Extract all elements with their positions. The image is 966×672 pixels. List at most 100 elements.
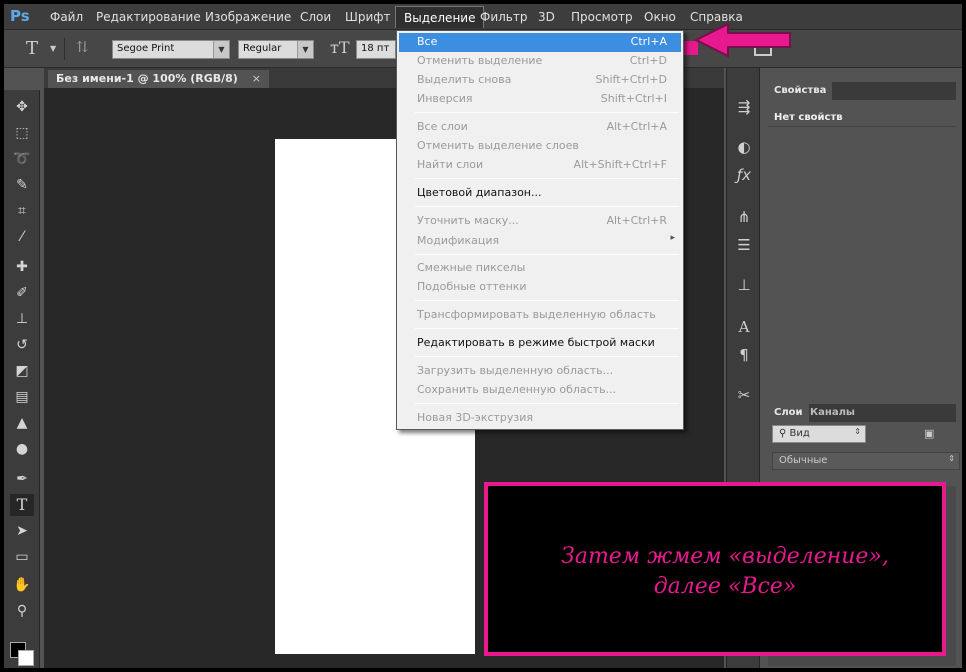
gradient-icon[interactable]: ▤ — [10, 386, 34, 408]
annotation-text: Затем жмем «выделение», далее «Все» — [488, 542, 942, 602]
menu-layers[interactable]: Слои — [300, 10, 331, 24]
menu-item-reselect[interactable]: Выделить снова Shift+Ctrl+D — [399, 71, 681, 90]
menu-item-new-3d-extrusion[interactable]: Новая 3D-экструзия — [399, 409, 681, 428]
menu-item-find-layers[interactable]: Найти слои Alt+Shift+Ctrl+F — [399, 156, 681, 175]
menu-item-grow[interactable]: Смежные пикселы — [399, 259, 681, 278]
menu-item-label: Отменить выделение — [417, 54, 543, 67]
font-style-select[interactable]: Regular ▼ — [238, 40, 314, 59]
layer-filter-select[interactable]: ⚲ Вид ⇕ — [772, 425, 866, 443]
photoshop-window: Ps Файл Редактирование Изображение Слои … — [4, 4, 962, 668]
font-size-select[interactable]: 18 пт — [356, 40, 396, 59]
lasso-icon[interactable]: ➰ — [10, 148, 34, 170]
brush-icon[interactable]: ✐ — [10, 282, 34, 304]
hand-icon[interactable]: ✋ — [10, 574, 34, 596]
menu-separator — [415, 112, 679, 113]
styles-fx-icon[interactable]: ƒx — [733, 164, 755, 186]
tab-properties[interactable]: Свойства — [768, 82, 833, 100]
stamp-icon[interactable]: ⊥ — [10, 308, 34, 330]
type-icon[interactable]: T — [10, 494, 34, 516]
select-menu-dropdown: Все Ctrl+A Отменить выделение Ctrl+D Выд… — [396, 30, 684, 430]
shape-icon[interactable]: ▭ — [10, 546, 34, 568]
menu-item-similar[interactable]: Подобные оттенки — [399, 278, 681, 297]
dodge-icon[interactable]: ● — [10, 438, 34, 460]
shortcut-label: Alt+Ctrl+A — [606, 120, 667, 133]
menu-item-deselect-layers[interactable]: Отменить выделение слоев — [399, 137, 681, 156]
font-family-select[interactable]: Segoe Print ▼ — [112, 40, 230, 59]
marquee-icon[interactable]: ⬚ — [10, 122, 34, 144]
tools-panel: ✥ ⬚ ➰ ✎ ⌗ ⁄ ✚ ✐ ⊥ ↺ ◩ ▤ ▲ ● ✒ T ➤ ▭ ✋ ⚲ — [4, 90, 40, 668]
pen-icon[interactable]: ✒ — [10, 468, 34, 490]
clone-source-icon[interactable]: ⊥ — [733, 274, 755, 296]
close-icon[interactable]: × — [252, 72, 261, 85]
menu-separator — [415, 328, 679, 329]
layers-tab-bar: Слои Каналы — [768, 404, 956, 422]
menu-item-deselect[interactable]: Отменить выделение Ctrl+D — [399, 52, 681, 71]
menu-edit[interactable]: Редактирование — [96, 10, 201, 24]
character-icon[interactable]: A — [733, 316, 755, 338]
blur-icon[interactable]: ▲ — [10, 412, 34, 434]
menu-select[interactable]: Выделение — [395, 6, 485, 28]
blend-mode-select[interactable]: Обычные ⇕ — [772, 452, 960, 470]
tab-channels[interactable]: Каналы — [804, 404, 861, 422]
menu-type[interactable]: Шрифт — [345, 10, 391, 24]
history-brush-icon[interactable]: ↺ — [10, 334, 34, 356]
menu-item-transform-selection[interactable]: Трансформировать выделенную область — [399, 306, 681, 325]
menu-item-label: Редактировать в режиме быстрой маски — [417, 336, 655, 349]
eraser-icon[interactable]: ◩ — [10, 360, 34, 382]
image-filter-icon[interactable]: ▣ — [924, 427, 934, 440]
menu-item-color-range[interactable]: Цветовой диапазон... — [399, 184, 681, 203]
menu-3d[interactable]: 3D — [538, 10, 555, 24]
eyedropper-icon[interactable]: ⁄ — [10, 226, 34, 248]
menu-item-load-selection[interactable]: Загрузить выделенную область... — [399, 362, 681, 381]
shortcut-label: Alt+Shift+Ctrl+F — [573, 158, 667, 171]
zoom-icon[interactable]: ⚲ — [10, 600, 34, 622]
menu-separator — [415, 300, 679, 301]
menu-filter[interactable]: Фильтр — [480, 10, 527, 24]
annotation-line-2: далее «Все» — [653, 574, 797, 599]
healing-icon[interactable]: ✚ — [10, 256, 34, 278]
menu-separator — [415, 178, 679, 179]
menu-separator — [415, 206, 679, 207]
type-tool-icon[interactable]: T — [26, 38, 38, 59]
text-orientation-icon[interactable]: ⇅ — [76, 38, 89, 56]
menu-item-label: Цветовой диапазон... — [417, 186, 542, 199]
adjustments-icon[interactable]: ◐ — [733, 136, 755, 158]
move-icon[interactable]: ✥ — [10, 96, 34, 118]
menu-item-label: Новая 3D-экструзия — [417, 411, 534, 424]
menu-window[interactable]: Окно — [644, 10, 676, 24]
tab-layers[interactable]: Слои — [768, 404, 809, 422]
annotation-line-1: Затем жмем «выделение», — [561, 544, 889, 569]
menu-separator — [415, 356, 679, 357]
menu-item-all-layers[interactable]: Все слои Alt+Ctrl+A — [399, 118, 681, 137]
history-panel-icon[interactable]: ⇶ — [733, 96, 755, 118]
tool-preset-chevron-icon[interactable]: ▼ — [50, 44, 56, 53]
brush-settings-icon[interactable]: ☰ — [733, 234, 755, 256]
menu-item-label: Модификация — [417, 234, 500, 247]
menu-item-quick-mask[interactable]: Редактировать в режиме быстрой маски — [399, 334, 681, 353]
menu-image[interactable]: Изображение — [205, 10, 291, 24]
menu-item-label: Смежные пикселы — [417, 261, 526, 274]
menu-view[interactable]: Просмотр — [571, 10, 633, 24]
shortcut-label: Shift+Ctrl+D — [595, 73, 667, 86]
quick-select-icon[interactable]: ✎ — [10, 174, 34, 196]
background-color-swatch[interactable] — [18, 650, 34, 666]
menu-item-save-selection[interactable]: Сохранить выделенную область... — [399, 381, 681, 400]
document-tab[interactable]: Без имени-1 @ 100% (RGB/8) × — [48, 70, 269, 88]
chevron-updown-icon: ⇕ — [948, 454, 955, 463]
menu-file[interactable]: Файл — [50, 10, 83, 24]
photoshop-logo: Ps — [10, 7, 30, 25]
paragraph-icon[interactable]: ¶ — [733, 344, 755, 366]
menu-item-all[interactable]: Все Ctrl+A — [399, 33, 681, 52]
menu-item-modify[interactable]: Модификация ▸ — [399, 232, 681, 251]
font-size-value: 18 пт — [361, 43, 390, 54]
brush-presets-icon[interactable]: ⋔ — [733, 206, 755, 228]
menu-item-refine-mask[interactable]: Уточнить маску... Alt+Ctrl+R — [399, 212, 681, 231]
menu-item-label: Все слои — [417, 120, 468, 133]
crop-icon[interactable]: ⌗ — [10, 200, 34, 222]
tool-presets-icon[interactable]: ✂ — [733, 384, 755, 406]
path-select-icon[interactable]: ➤ — [10, 520, 34, 542]
menu-item-label: Выделить снова — [417, 73, 512, 86]
menu-separator — [415, 254, 679, 255]
annotation-box: Затем жмем «выделение», далее «Все» — [484, 482, 946, 656]
menu-item-inverse[interactable]: Инверсия Shift+Ctrl+I — [399, 90, 681, 109]
